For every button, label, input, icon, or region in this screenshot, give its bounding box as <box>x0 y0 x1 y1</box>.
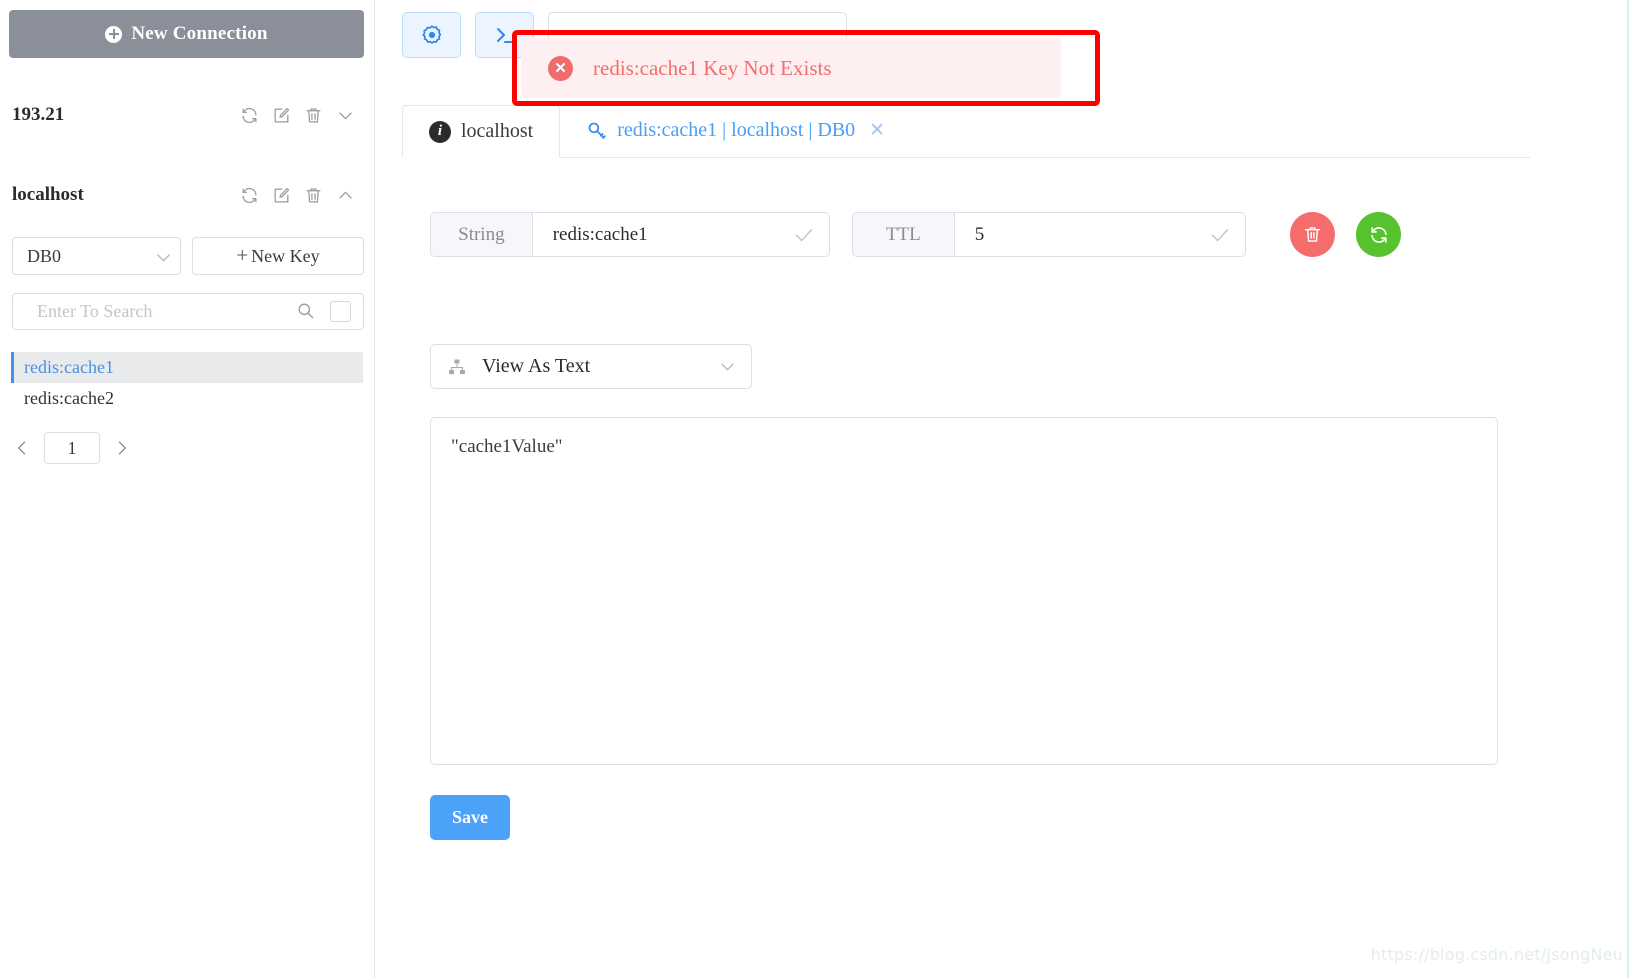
key-label: redis:cache2 <box>24 388 114 408</box>
key-editor-row: String TTL <box>430 212 1401 257</box>
sitemap-icon <box>447 357 467 377</box>
check-icon[interactable] <box>1209 224 1231 246</box>
new-key-label: New Key <box>251 245 320 266</box>
trash-icon[interactable] <box>304 106 323 125</box>
ttl-field <box>954 213 1245 256</box>
refresh-icon <box>1368 224 1390 246</box>
new-connection-label: New Connection <box>131 23 268 44</box>
page-number[interactable]: 1 <box>44 432 100 464</box>
check-icon[interactable] <box>793 224 815 246</box>
view-as-value: View As Text <box>482 355 591 377</box>
main-panel: i localhost redis:cache1 | localhost | D… <box>376 0 1629 978</box>
edit-icon[interactable] <box>272 186 291 205</box>
db-select-value: DB0 <box>27 245 62 266</box>
square-checkbox-icon[interactable] <box>330 301 351 322</box>
connection-actions <box>240 106 355 125</box>
connection-name: 193.21 <box>12 104 65 125</box>
key-type-label: String <box>431 213 533 256</box>
sidebar: New Connection 193.21 localhost DB0 + Ne… <box>0 0 375 978</box>
error-toast-message: redis:cache1 Key Not Exists <box>593 55 832 80</box>
refresh-icon[interactable] <box>240 186 259 205</box>
key-name-input[interactable] <box>550 222 785 247</box>
edit-icon[interactable] <box>272 106 291 125</box>
tab-redis-cache1[interactable]: redis:cache1 | localhost | DB0 ✕ <box>560 104 911 157</box>
db-select[interactable]: DB0 <box>12 237 181 275</box>
connection-row-193-21[interactable]: 193.21 <box>0 98 375 132</box>
search-input[interactable] <box>35 300 296 323</box>
pagination: 1 <box>10 430 160 466</box>
close-icon[interactable]: ✕ <box>869 119 885 142</box>
chevron-down-icon[interactable] <box>336 106 355 125</box>
trash-icon[interactable] <box>304 186 323 205</box>
error-circle-icon: ✕ <box>548 55 573 81</box>
value-textarea[interactable]: "cache1Value" <box>430 417 1498 765</box>
chevron-up-icon[interactable] <box>336 186 355 205</box>
delete-key-button[interactable] <box>1290 212 1335 257</box>
key-search-icon <box>586 120 607 141</box>
key-list-item-redis-cache1[interactable]: redis:cache1 <box>11 352 363 383</box>
watermark: https://blog.csdn.net/JsongNeu <box>1370 945 1623 964</box>
app-root: New Connection 193.21 localhost DB0 + Ne… <box>0 0 1629 978</box>
save-button[interactable]: Save <box>430 795 510 840</box>
connection-row-localhost[interactable]: localhost <box>0 178 375 212</box>
connection-name: localhost <box>12 184 84 205</box>
refresh-icon[interactable] <box>240 106 259 125</box>
error-toast: ✕ redis:cache1 Key Not Exists <box>521 38 1061 98</box>
refresh-key-button[interactable] <box>1356 212 1401 257</box>
tab-bar: i localhost redis:cache1 | localhost | D… <box>402 105 1530 158</box>
new-key-button[interactable]: + New Key <box>192 237 364 275</box>
tab-label: redis:cache1 | localhost | DB0 <box>617 119 856 141</box>
settings-gear-icon[interactable] <box>402 12 461 58</box>
plus-icon: + <box>236 242 249 267</box>
tab-localhost[interactable]: i localhost <box>402 105 561 158</box>
chevron-down-icon <box>154 248 170 264</box>
ttl-input-group: TTL <box>852 212 1246 257</box>
info-icon: i <box>429 120 451 143</box>
connection-actions <box>240 186 355 205</box>
view-as-select[interactable]: View As Text <box>430 344 752 389</box>
ttl-input[interactable] <box>972 222 1201 247</box>
new-connection-button[interactable]: New Connection <box>9 10 364 58</box>
ttl-label: TTL <box>853 213 955 256</box>
search-box <box>12 293 364 330</box>
chevron-right-icon[interactable] <box>110 435 134 461</box>
key-list-item-redis-cache2[interactable]: redis:cache2 <box>11 383 363 414</box>
key-label: redis:cache1 <box>24 357 114 377</box>
search-icon[interactable] <box>296 301 318 323</box>
trash-icon <box>1302 224 1323 245</box>
tab-label: localhost <box>461 120 534 142</box>
plus-circle-icon <box>105 25 123 43</box>
key-name-field <box>532 213 829 256</box>
key-input-group: String <box>430 212 830 257</box>
chevron-left-icon[interactable] <box>10 435 34 461</box>
chevron-down-icon <box>718 357 737 376</box>
